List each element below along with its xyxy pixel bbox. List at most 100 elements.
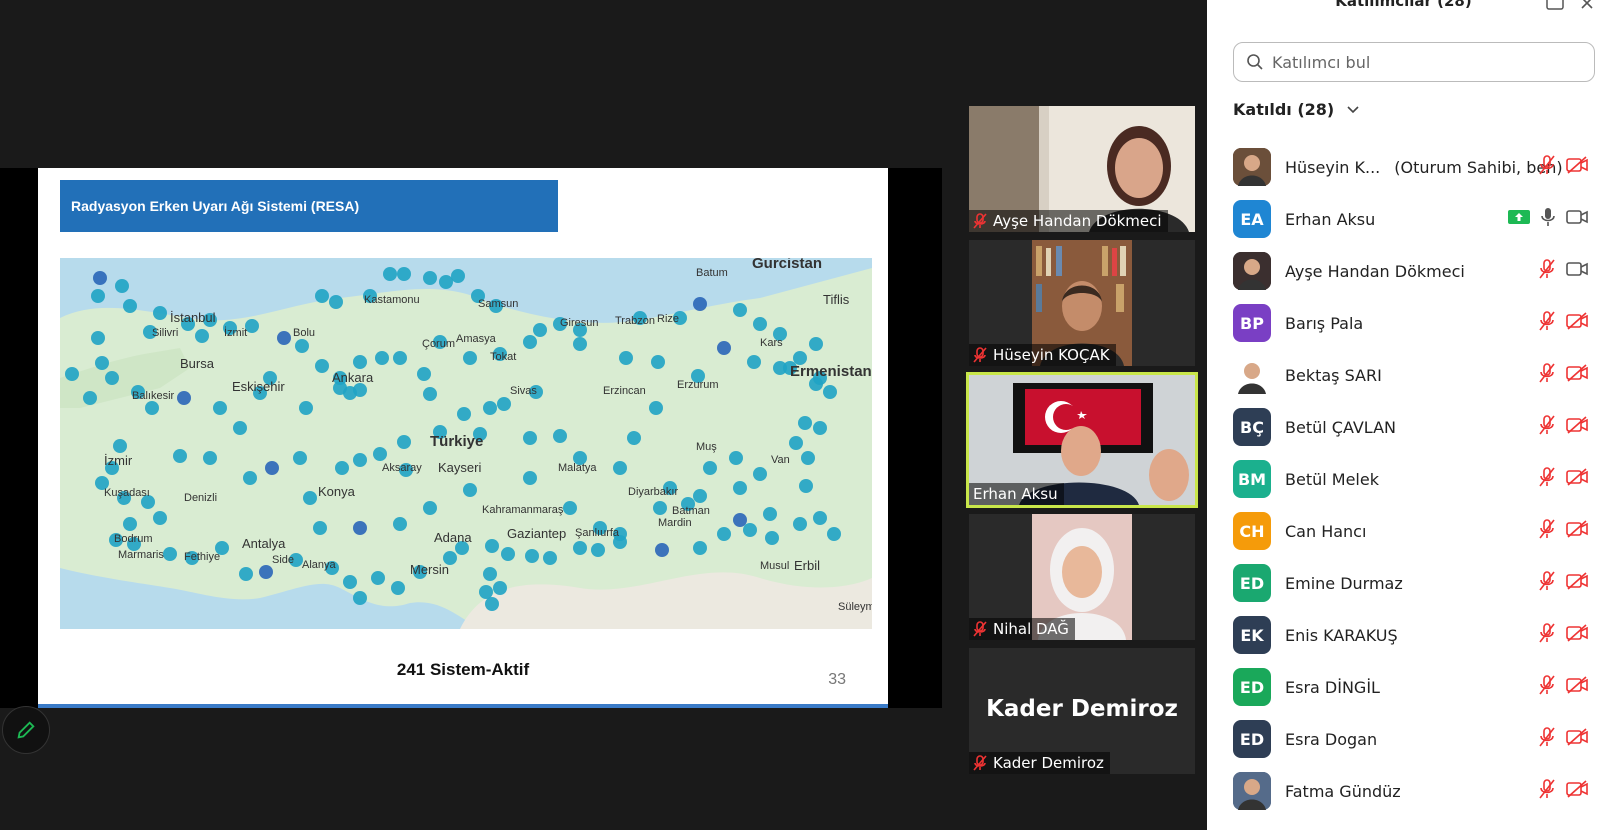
map-label-bursa: Bursa — [180, 356, 215, 371]
station-marker — [753, 317, 767, 331]
camera-off-icon[interactable] — [1566, 416, 1588, 434]
participant-row[interactable]: BÇ Betül ÇAVLAN — [1233, 401, 1600, 453]
video-tile-name: Kader Demiroz — [993, 754, 1104, 772]
station-marker — [533, 323, 547, 337]
map-label-balikesir: Balıkesir — [132, 390, 175, 402]
station-marker — [173, 449, 187, 463]
map-label-mus: Muş — [696, 441, 717, 453]
participant-row[interactable]: CH Can Hancı — [1233, 505, 1600, 557]
mic-muted-icon[interactable] — [1538, 519, 1556, 539]
avatar: BÇ — [1233, 408, 1271, 446]
map-label-suleymaniye: Süleymaniye — [838, 601, 872, 613]
mic-on-icon[interactable] — [1540, 207, 1556, 227]
mic-muted-icon[interactable] — [1538, 155, 1556, 175]
station-marker — [423, 271, 437, 285]
mic-muted-icon[interactable] — [1538, 467, 1556, 487]
camera-off-icon[interactable] — [1566, 572, 1588, 590]
station-marker — [343, 575, 357, 589]
mic-muted-icon[interactable] — [1538, 675, 1556, 695]
station-marker — [353, 453, 367, 467]
camera-off-icon[interactable] — [1566, 728, 1588, 746]
participant-row[interactable]: Ayşe Handan Dökmeci — [1233, 245, 1600, 297]
close-icon[interactable] — [1580, 0, 1594, 10]
map-label-izmit: İzmit — [224, 326, 247, 339]
participant-name: Enis KARAKUŞ — [1285, 625, 1398, 645]
participant-row[interactable]: Fatma Gündüz — [1233, 765, 1600, 817]
avatar: ED — [1233, 564, 1271, 602]
station-marker — [375, 351, 389, 365]
panel-title: Katılımcılar (28) — [1335, 0, 1472, 10]
mic-muted-icon[interactable] — [1538, 259, 1556, 279]
station-marker — [733, 481, 747, 495]
mic-muted-icon — [973, 347, 987, 363]
mic-muted-icon[interactable] — [1538, 623, 1556, 643]
station-marker — [573, 541, 587, 555]
avatar — [1233, 772, 1271, 810]
video-tile-erhan-active-speaker[interactable]: Erhan Aksu — [966, 372, 1198, 508]
map-label-corum: Çorum — [422, 338, 455, 350]
camera-on-icon[interactable] — [1566, 261, 1588, 277]
participant-row[interactable]: Bektaş SARI — [1233, 349, 1600, 401]
station-marker — [485, 539, 499, 553]
station-marker — [329, 295, 343, 309]
joined-section-label: Katıldı (28) — [1233, 100, 1335, 119]
participant-row[interactable]: BM Betül Melek — [1233, 453, 1600, 505]
station-marker — [733, 303, 747, 317]
search-input[interactable] — [1270, 51, 1574, 73]
participant-status-icons — [1538, 259, 1588, 279]
camera-off-icon[interactable] — [1566, 468, 1588, 486]
map-label-aksaray: Aksaray — [382, 462, 422, 474]
camera-off-icon[interactable] — [1566, 780, 1588, 798]
mic-muted-icon[interactable] — [1538, 727, 1556, 747]
participant-row[interactable]: EK Enis KARAKUŞ — [1233, 609, 1600, 661]
participant-row[interactable]: ED Esra DİNGİL — [1233, 661, 1600, 713]
participant-row[interactable]: EA Erhan Aksu — [1233, 193, 1600, 245]
camera-off-icon[interactable] — [1566, 624, 1588, 642]
participant-row[interactable]: Hüseyin K... (Oturum Sahibi, ben) — [1233, 141, 1600, 193]
station-marker — [655, 543, 669, 557]
map-label-batum: Batum — [696, 267, 728, 279]
screen-share-icon — [1508, 210, 1530, 224]
participant-search[interactable] — [1233, 42, 1595, 82]
annotate-pencil-button[interactable] — [2, 706, 50, 754]
video-tile-nihal[interactable]: Nihal DAĞ — [969, 514, 1195, 640]
station-marker — [765, 531, 779, 545]
station-marker — [457, 407, 471, 421]
station-marker — [373, 447, 387, 461]
station-marker — [353, 383, 367, 397]
map-label-fethiye: Fethiye — [184, 551, 220, 563]
station-marker — [485, 597, 499, 611]
map-label-konya: Konya — [318, 484, 356, 499]
camera-off-icon[interactable] — [1566, 364, 1588, 382]
camera-off-icon[interactable] — [1566, 520, 1588, 538]
station-marker — [213, 401, 227, 415]
avatar: BP — [1233, 304, 1271, 342]
mic-muted-icon[interactable] — [1538, 311, 1556, 331]
participant-row[interactable]: ED Esra Dogan — [1233, 713, 1600, 765]
camera-off-icon[interactable] — [1566, 312, 1588, 330]
video-tile-nametag: Nihal DAĞ — [969, 618, 1075, 640]
camera-off-icon[interactable] — [1566, 676, 1588, 694]
video-tile-huseyin[interactable]: Hüseyin KOÇAK — [969, 240, 1195, 366]
mic-muted-icon[interactable] — [1538, 779, 1556, 799]
station-marker — [113, 439, 127, 453]
participant-status-icons — [1538, 727, 1588, 747]
map-label-giresun: Giresun — [560, 317, 599, 329]
station-marker — [195, 329, 209, 343]
station-marker — [145, 401, 159, 415]
participant-row[interactable]: ED Emine Durmaz — [1233, 557, 1600, 609]
station-marker — [393, 517, 407, 531]
station-marker — [353, 591, 367, 605]
camera-on-icon[interactable] — [1566, 209, 1588, 225]
mic-muted-icon[interactable] — [1538, 571, 1556, 591]
mic-muted-icon[interactable] — [1538, 363, 1556, 383]
video-tile-ayse[interactable]: Ayşe Handan Dökmeci — [969, 106, 1195, 232]
video-tile-kader[interactable]: Kader Demiroz Kader Demiroz — [969, 648, 1195, 774]
camera-off-icon[interactable] — [1566, 156, 1588, 174]
joined-section-header[interactable]: Katıldı (28) — [1233, 100, 1360, 119]
participant-status-icons — [1538, 675, 1588, 695]
mic-muted-icon[interactable] — [1538, 415, 1556, 435]
participant-row[interactable]: BP Barış Pala — [1233, 297, 1600, 349]
station-marker — [651, 355, 665, 369]
popout-icon[interactable] — [1546, 0, 1564, 10]
